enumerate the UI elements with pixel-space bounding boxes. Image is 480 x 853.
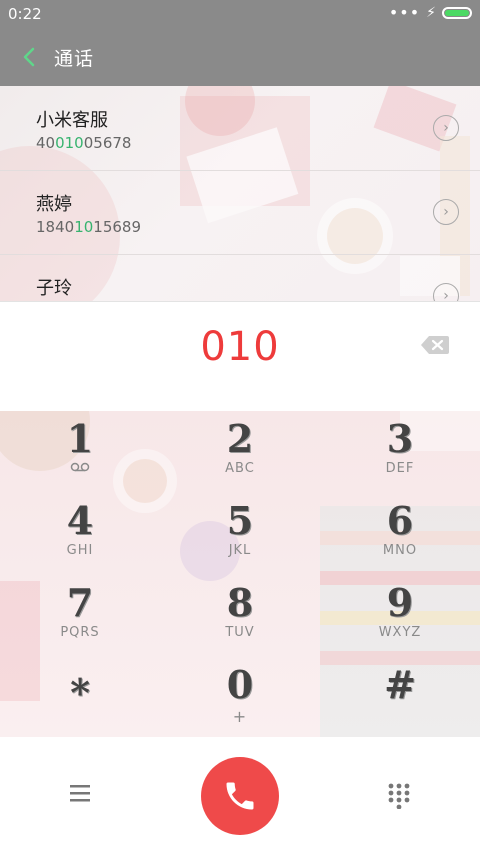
menu-icon (70, 785, 90, 802)
status-bar: 0:22 ••• ⚡ (0, 0, 480, 28)
status-time: 0:22 (8, 5, 42, 23)
number-match: 010 (55, 134, 84, 152)
contact-results: 小米客服 4001005678 › 燕婷 18401015689 › 子玲 › (0, 86, 480, 301)
call-button[interactable] (201, 757, 279, 835)
key-letters: ABC (225, 461, 255, 476)
more-dots-icon: ••• (388, 3, 421, 22)
bolt-icon: ⚡ (426, 5, 436, 21)
key-letters: DEF (385, 461, 415, 476)
key-digit: 9 (386, 580, 414, 625)
key-digit: # (384, 662, 416, 707)
key-digit: 4 (66, 498, 94, 543)
key-7[interactable]: 7 PQRS (0, 575, 160, 655)
key-letters: WXYZ (378, 625, 422, 640)
key-digit: * (70, 670, 90, 715)
key-8[interactable]: 8 TUV (160, 575, 320, 655)
contact-name: 燕婷 (36, 194, 72, 215)
key-2[interactable]: 2 ABC (160, 411, 320, 491)
backspace-button[interactable] (420, 334, 450, 356)
key-letters: TUV (225, 625, 255, 640)
chevron-right-icon: › (443, 204, 449, 220)
key-1[interactable]: 1 (0, 411, 160, 491)
chevron-right-icon: › (443, 120, 449, 136)
contact-row[interactable]: 小米客服 4001005678 › (0, 86, 480, 171)
key-digit: 6 (386, 498, 414, 543)
contact-row[interactable]: 子玲 › (0, 254, 480, 301)
number-match: 10 (74, 218, 94, 236)
key-9[interactable]: 9 WXYZ (320, 575, 480, 655)
key-letters: GHI (66, 543, 94, 558)
key-star[interactable]: * (0, 657, 160, 737)
status-indicators: ••• ⚡ (388, 3, 472, 22)
number-display: 010 (0, 301, 480, 412)
contact-detail-button[interactable]: › (433, 199, 459, 225)
key-digit: 8 (226, 580, 254, 625)
bottom-bar (0, 737, 480, 853)
contact-number: 4001005678 (36, 134, 132, 152)
key-6[interactable]: 6 MNO (320, 493, 480, 573)
chevron-left-icon (23, 47, 35, 67)
key-5[interactable]: 5 JKL (160, 493, 320, 573)
dialpad-toggle-button[interactable] (388, 783, 410, 810)
page-title: 通话 (54, 48, 95, 70)
key-hash[interactable]: # (320, 657, 480, 737)
key-letters: PQRS (60, 625, 100, 640)
contact-number: 18401015689 (36, 218, 141, 236)
key-digit: 3 (386, 416, 414, 461)
key-digit: 2 (226, 416, 254, 461)
dialpad-icon (388, 783, 410, 810)
key-letters: + (232, 707, 248, 726)
app-bar: 通话 (0, 28, 480, 86)
key-0[interactable]: 0 + (160, 657, 320, 737)
menu-button[interactable] (68, 783, 92, 803)
voicemail-icon (0, 461, 160, 476)
backspace-icon (421, 336, 449, 354)
key-letters: MNO (382, 543, 418, 558)
contact-detail-button[interactable]: › (433, 115, 459, 141)
dialed-number: 010 (200, 324, 280, 370)
key-digit: 5 (226, 498, 254, 543)
chevron-right-icon: › (443, 288, 449, 301)
key-3[interactable]: 3 DEF (320, 411, 480, 491)
dial-keypad: 1 2 ABC 3 DEF 4 GHI 5 JKL 6 MNO 7 PQRS 8… (0, 411, 480, 737)
key-digit: 7 (66, 580, 94, 625)
key-digit: 0 (226, 662, 254, 707)
contact-name: 小米客服 (36, 110, 108, 131)
battery-icon (442, 7, 472, 19)
phone-icon (226, 782, 254, 810)
key-4[interactable]: 4 GHI (0, 493, 160, 573)
contact-detail-button[interactable]: › (433, 283, 459, 301)
key-digit: 1 (66, 416, 94, 461)
contact-name: 子玲 (36, 278, 72, 299)
back-button[interactable] (14, 40, 44, 74)
contact-row[interactable]: 燕婷 18401015689 › (0, 170, 480, 255)
key-letters: JKL (228, 543, 252, 558)
